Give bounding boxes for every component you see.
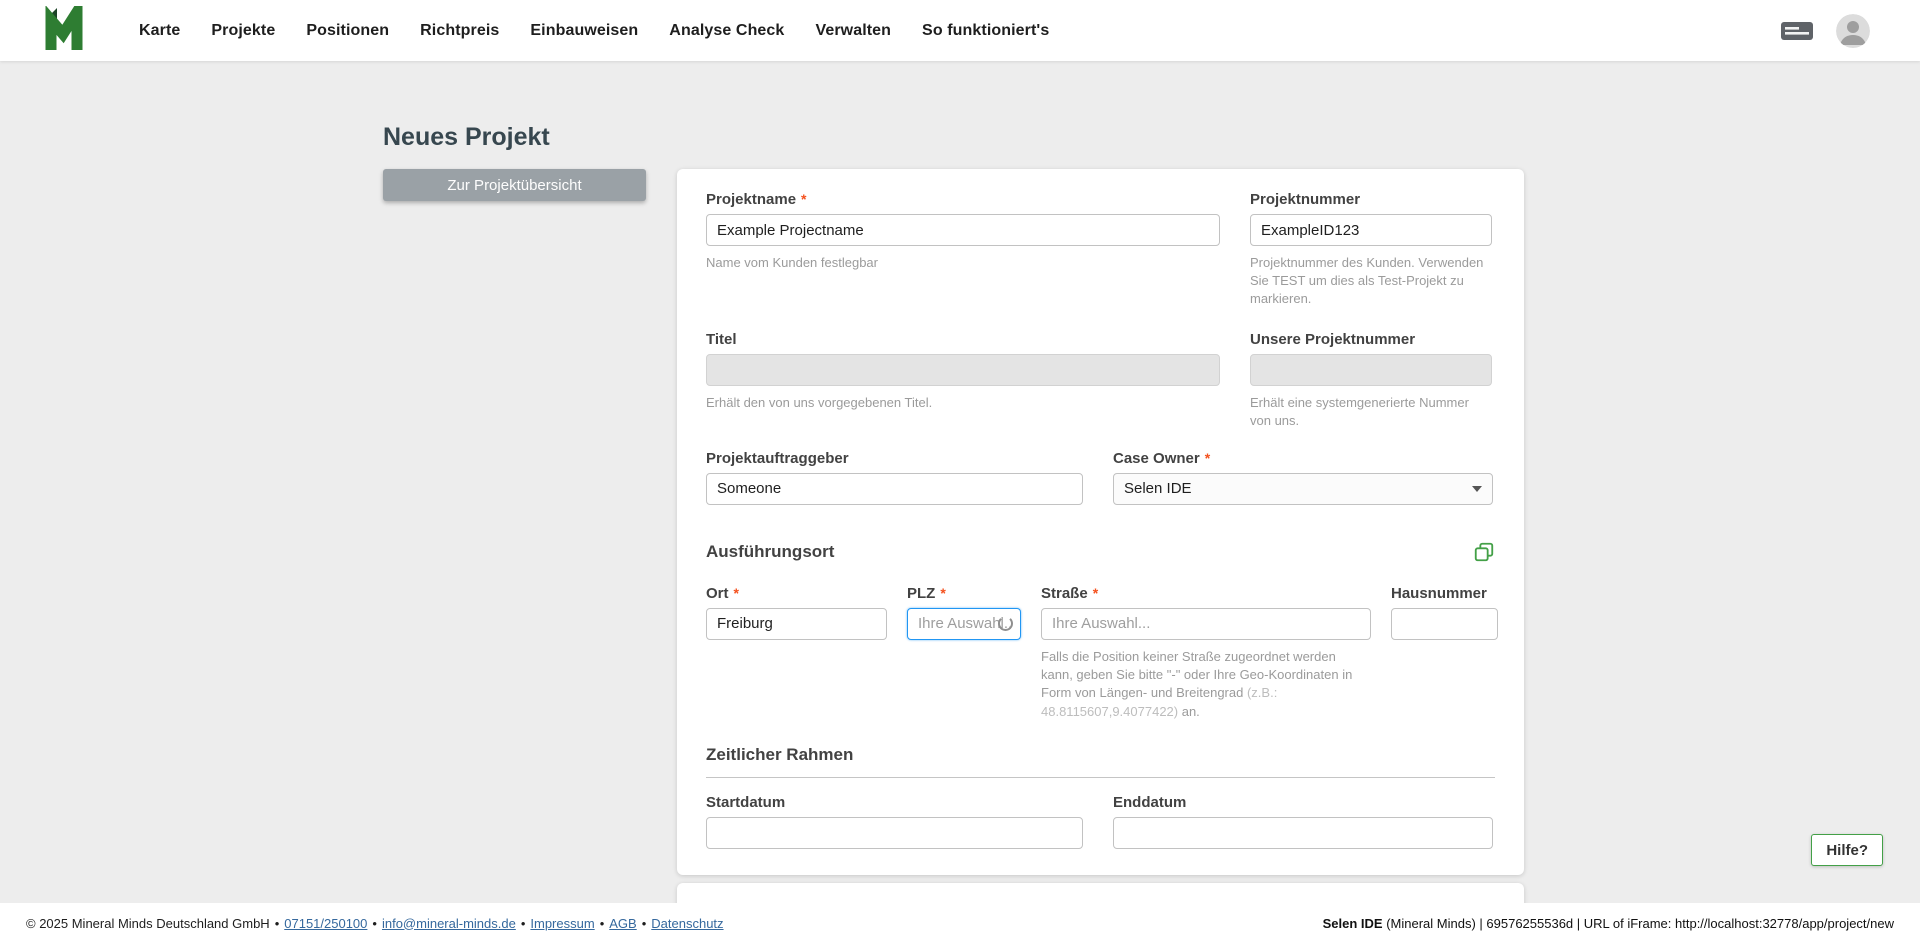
unsere-projektnummer-helper: Erhält eine systemgenerierte Nummer von …: [1250, 394, 1469, 428]
strasse-helper: Falls die Position keiner Straße zugeord…: [1041, 648, 1353, 719]
titel-input: [706, 353, 1220, 386]
projektname-input[interactable]: [706, 214, 1220, 246]
unsere-projektnummer-label: Unsere Projektnummer: [1250, 330, 1416, 348]
required-asterisk: *: [1092, 584, 1099, 601]
row-titel-unsere-projektnummer: Titel Erhält den von uns vorgegebenen Ti…: [706, 331, 1495, 430]
footer-user: Selen IDE: [1322, 915, 1383, 931]
enddatum-input[interactable]: [1113, 816, 1493, 849]
row-projektname-projektnummer: Projektname * Name vom Kunden festlegbar…: [706, 191, 1495, 309]
field-projektauftraggeber: Projektauftraggeber: [706, 450, 1083, 505]
field-titel: Titel Erhält den von uns vorgegebenen Ti…: [706, 331, 1220, 430]
chevron-down-icon: [1472, 485, 1482, 492]
loading-spinner-icon: [998, 615, 1013, 631]
plz-label: PLZ *: [907, 584, 946, 602]
required-asterisk: *: [940, 584, 946, 601]
projektauftraggeber-label: Projektauftraggeber: [706, 449, 849, 467]
field-hausnummer: Hausnummer: [1391, 585, 1498, 721]
main-nav: Karte Projekte Positionen Richtpreis Ein…: [139, 22, 1049, 40]
footer-impressum-link[interactable]: Impressum: [530, 916, 594, 931]
nav-item-analyse-check[interactable]: Analyse Check: [669, 22, 784, 40]
row-startdatum-enddatum: Startdatum Enddatum: [706, 794, 1495, 849]
mineral-minds-logo-icon: [44, 0, 84, 55]
footer-agb-link[interactable]: AGB: [609, 916, 636, 931]
card-reader-icon[interactable]: [1780, 19, 1814, 43]
nav-item-positionen[interactable]: Positionen: [306, 22, 389, 40]
footer: © 2025 Mineral Minds Deutschland GmbH • …: [0, 903, 1920, 943]
footer-left: © 2025 Mineral Minds Deutschland GmbH • …: [26, 915, 724, 931]
strasse-label: Straße *: [1041, 584, 1099, 602]
user-avatar[interactable]: [1836, 13, 1870, 48]
ausfuehrungsort-heading: Ausführungsort: [706, 541, 835, 561]
field-enddatum: Enddatum: [1113, 794, 1493, 849]
top-nav: Karte Projekte Positionen Richtpreis Ein…: [0, 0, 1920, 61]
case-owner-selected-value: Selen IDE: [1124, 480, 1192, 498]
footer-phone-link[interactable]: 07151/250100: [284, 916, 367, 931]
ort-label: Ort *: [706, 584, 739, 602]
unsere-projektnummer-input: [1250, 353, 1492, 386]
nav-item-richtpreis[interactable]: Richtpreis: [420, 22, 499, 40]
projektname-helper: Name vom Kunden festlegbar: [706, 255, 878, 270]
copy-icon[interactable]: [1473, 541, 1495, 563]
field-plz: PLZ *: [907, 585, 1021, 721]
projektnummer-input[interactable]: [1250, 214, 1492, 246]
startdatum-label: Startdatum: [706, 793, 786, 811]
help-button[interactable]: Hilfe?: [1811, 834, 1883, 866]
titel-helper: Erhält den von uns vorgegebenen Titel.: [706, 394, 933, 410]
nav-item-projekte[interactable]: Projekte: [211, 22, 275, 40]
required-asterisk: *: [801, 191, 807, 207]
required-asterisk: *: [733, 584, 739, 601]
footer-session-info: Selen IDE (Mineral Minds) | 69576255536d…: [1322, 915, 1894, 931]
logo[interactable]: [44, 0, 84, 55]
field-ort: Ort *: [706, 585, 887, 721]
footer-copyright: © 2025 Mineral Minds Deutschland GmbH: [26, 915, 270, 931]
required-asterisk: *: [1204, 449, 1211, 466]
footer-email-link[interactable]: info@mineral-minds.de: [382, 916, 516, 931]
projektnummer-helper: Projektnummer des Kunden. Verwenden Sie …: [1250, 255, 1484, 307]
nav-item-verwalten[interactable]: Verwalten: [815, 22, 891, 40]
zeitlicher-rahmen-heading: Zeitlicher Rahmen: [706, 744, 854, 764]
strasse-input[interactable]: [1041, 607, 1371, 640]
footer-datenschutz-link[interactable]: Datenschutz: [651, 916, 723, 931]
row-ort-plz-strasse-hausnummer: Ort * PLZ * S: [706, 585, 1498, 721]
field-projektname: Projektname * Name vom Kunden festlegbar: [706, 191, 1220, 309]
project-form-card: Projektname * Name vom Kunden festlegbar…: [677, 169, 1524, 875]
section-ausfuehrungsort-header: Ausführungsort: [706, 541, 1495, 563]
back-to-project-overview-button[interactable]: Zur Projektübersicht: [383, 169, 646, 201]
field-case-owner: Case Owner * Selen IDE: [1113, 450, 1493, 505]
field-strasse: Straße * Falls die Position keiner Straß…: [1041, 585, 1371, 721]
page-title: Neues Projekt: [383, 123, 550, 151]
case-owner-select[interactable]: Selen IDE: [1113, 472, 1493, 505]
nav-item-einbauweisen[interactable]: Einbauweisen: [530, 22, 638, 40]
nav-right: [1780, 13, 1870, 48]
ort-input[interactable]: [706, 607, 887, 640]
row-auftraggeber-caseowner: Projektauftraggeber Case Owner * Selen I…: [706, 450, 1495, 505]
field-startdatum: Startdatum: [706, 794, 1083, 849]
startdatum-input[interactable]: [706, 816, 1083, 849]
hausnummer-input[interactable]: [1391, 607, 1498, 640]
content-area: Neues Projekt Zur Projektübersicht Proje…: [0, 61, 1920, 907]
nav-item-so-funktionierts[interactable]: So funktioniert's: [922, 22, 1049, 40]
hausnummer-label: Hausnummer: [1391, 584, 1487, 602]
projektnummer-label: Projektnummer: [1250, 191, 1361, 208]
case-owner-label: Case Owner *: [1113, 449, 1211, 467]
titel-label: Titel: [706, 330, 737, 348]
projektname-label: Projektname *: [706, 191, 807, 208]
nav-item-karte[interactable]: Karte: [139, 22, 180, 40]
section-zeitlicher-rahmen-header: Zeitlicher Rahmen: [706, 745, 1495, 778]
projektauftraggeber-input[interactable]: [706, 472, 1083, 505]
field-projektnummer: Projektnummer Projektnummer des Kunden. …: [1250, 191, 1492, 309]
field-unsere-projektnummer: Unsere Projektnummer Erhält eine systemg…: [1250, 331, 1492, 430]
app-window: Karte Projekte Positionen Richtpreis Ein…: [0, 0, 1920, 943]
enddatum-label: Enddatum: [1113, 793, 1187, 811]
